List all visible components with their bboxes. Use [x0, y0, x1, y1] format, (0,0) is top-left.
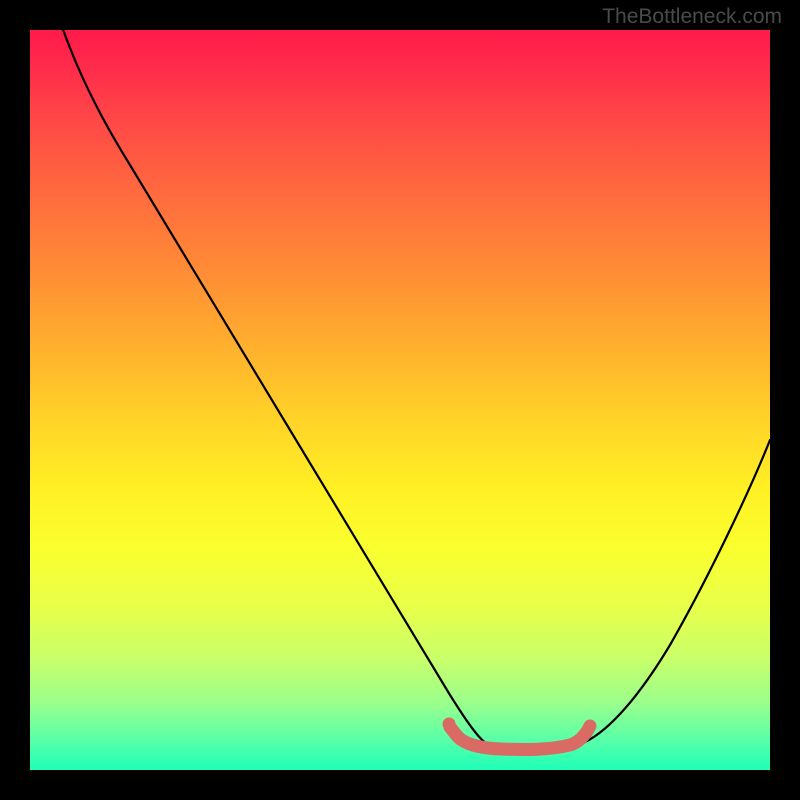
bottleneck-curve-line — [30, 30, 770, 751]
chart-svg — [30, 30, 770, 770]
highlight-segment-line — [450, 726, 590, 750]
marker-dot — [443, 718, 456, 731]
watermark-text: TheBottleneck.com — [602, 5, 782, 29]
plot-area — [30, 30, 770, 770]
